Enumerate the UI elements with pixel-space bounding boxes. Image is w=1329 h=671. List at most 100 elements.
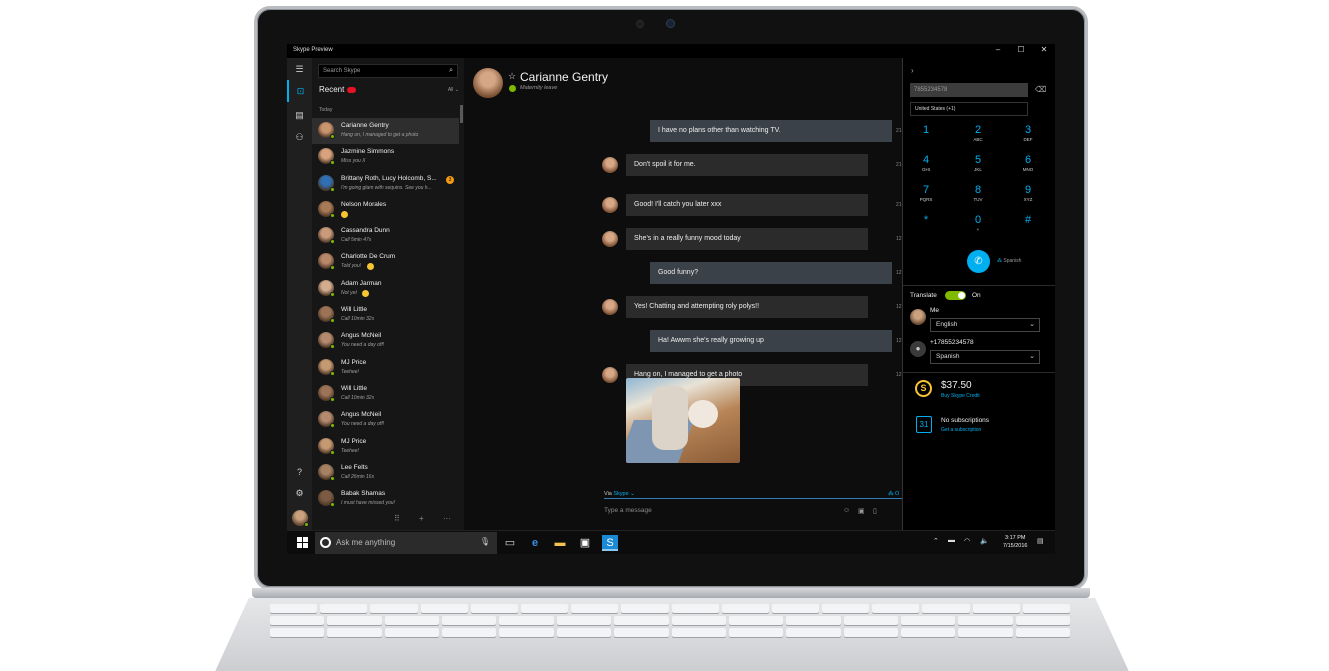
other-language-select[interactable]: Spanish ⌄ — [930, 350, 1040, 364]
filter-dropdown[interactable]: All ⌄ — [448, 87, 459, 93]
dialpad-key[interactable]: 5 JKL — [963, 154, 993, 172]
conversation-item[interactable]: Cassandra Dunn Call 5min 47s — [312, 223, 459, 249]
edge-icon[interactable]: e — [527, 535, 543, 551]
close-button[interactable]: ✕ — [1037, 45, 1051, 54]
incoming-message[interactable]: Good! I'll catch you later xxx — [626, 194, 868, 216]
file-icon[interactable]: ▯ — [873, 507, 877, 515]
conversation-item[interactable]: Angus McNeil You need a day off! — [312, 328, 459, 354]
dialpad-key[interactable]: 2 ABC — [963, 124, 993, 142]
avatar — [318, 490, 335, 508]
outgoing-message[interactable]: Good funny? — [650, 262, 892, 284]
message-input[interactable]: Type a message — [604, 507, 652, 514]
contacts-icon[interactable]: ▤ — [287, 104, 312, 126]
chevron-up-icon[interactable]: ⌃ — [933, 537, 939, 545]
wifi-icon[interactable]: ◠ — [964, 537, 970, 545]
dialpad-key[interactable]: 6 MNO — [1013, 154, 1043, 172]
key-digit: 5 — [974, 154, 982, 166]
conversation-item[interactable]: Charlotte De Crum Told you! — [312, 249, 459, 275]
dialpad-key[interactable]: 9 XYZ — [1013, 184, 1043, 202]
call-language[interactable]: ⁂ Spanish — [997, 258, 1021, 264]
phone-number-field[interactable]: 7855234578 — [910, 83, 1028, 97]
smiley-emoji-icon — [362, 289, 370, 297]
get-subscription-link[interactable]: Get a subscription — [941, 427, 981, 433]
conversation-item[interactable]: Carianne Gentry Hang on, I managed to get… — [312, 118, 459, 145]
task-view-icon[interactable]: ▭ — [502, 535, 518, 551]
unread-badge — [347, 86, 357, 93]
outgoing-message[interactable]: Ha! Awwm she's really growing up — [650, 330, 892, 352]
contact-name[interactable]: Carianne Gentry — [520, 70, 608, 84]
dialpad-key[interactable]: 8 TUV — [963, 184, 993, 202]
emoji-icon[interactable]: ☺ — [843, 507, 850, 514]
outgoing-message[interactable]: I have no plans other than watching TV. — [650, 120, 892, 142]
conversation-item[interactable]: Angus McNeil You need a day off! — [312, 407, 459, 433]
cortana-search[interactable]: Ask me anything 🎙 — [315, 532, 497, 554]
incoming-message[interactable]: Don't spoil it for me. — [626, 154, 868, 176]
dialpad-key[interactable]: 4 GHI — [911, 154, 941, 172]
country-select[interactable]: United States (+1) — [910, 102, 1028, 116]
add-icon[interactable]: + — [419, 514, 424, 523]
backspace-icon[interactable]: ⌫ — [1035, 85, 1046, 94]
buy-credit-link[interactable]: Buy Skype Credit — [941, 393, 980, 399]
conversation-item[interactable]: Nelson Morales — [312, 197, 459, 223]
key-letters: + — [976, 227, 980, 232]
more-icon[interactable]: ··· — [443, 514, 451, 523]
system-clock[interactable]: 3:17 PM 7/15/2016 — [1003, 534, 1027, 550]
incoming-message[interactable]: She's in a really funny mood today — [626, 228, 868, 250]
conversation-item[interactable]: Babak Shamas I must have missed you! — [312, 486, 459, 512]
minimize-button[interactable]: – — [991, 45, 1005, 54]
dialpad-key[interactable]: * — [911, 214, 941, 227]
avatar — [318, 122, 335, 139]
incoming-message[interactable]: Yes! Chatting and attempting roly polys!… — [626, 296, 868, 318]
conversation-item[interactable]: Jazmine Simmons Miss you X — [312, 144, 459, 170]
star-icon[interactable]: ☆ — [508, 71, 516, 82]
translate-toggle[interactable] — [945, 291, 966, 300]
conversation-item[interactable]: Adam Jarman Not yet — [312, 276, 459, 302]
my-avatar[interactable] — [292, 510, 309, 527]
search-input[interactable]: Search Skype ⌕ — [318, 64, 458, 78]
windows-start-icon[interactable] — [297, 537, 308, 548]
key-digit: 0 — [974, 214, 982, 226]
conversation-item[interactable]: MJ Price Teehee! — [312, 355, 459, 381]
via-selector[interactable]: Via Skype ⌄ — [604, 491, 635, 497]
shared-photo[interactable] — [626, 378, 740, 463]
conversation-item[interactable]: Brittany Roth, Lucy Holcomb, S... I'm goi… — [312, 171, 459, 197]
other-language: Spanish — [936, 353, 960, 360]
conversation-preview: Call 10min 32s — [341, 316, 375, 323]
conversation-item[interactable]: Lee Felts Call 26min 16s — [312, 460, 459, 486]
skype-taskbar-icon[interactable]: S — [602, 535, 618, 551]
maximize-button[interactable]: ☐ — [1014, 45, 1028, 54]
dialpad-key[interactable]: 7 PQRS — [911, 184, 941, 202]
list-scrollbar[interactable] — [460, 105, 463, 123]
people-icon[interactable]: ⚇ — [287, 126, 312, 148]
my-language-select[interactable]: English ⌄ — [930, 318, 1040, 332]
conversation-item[interactable]: Will Little Call 10min 32s — [312, 302, 459, 328]
translator-indicator[interactable]: ⁂ O — [888, 491, 899, 497]
chevron-right-icon[interactable]: › — [911, 66, 914, 75]
dialpad-key[interactable]: 3 DEF — [1013, 124, 1043, 142]
chats-icon[interactable]: ⊡ — [287, 80, 312, 102]
microphone-icon[interactable]: 🎙 — [480, 537, 490, 546]
dialpad-key[interactable]: 0 + — [963, 214, 993, 232]
conversation-name: Nelson Morales — [341, 200, 387, 208]
store-icon[interactable]: ▣ — [577, 535, 593, 551]
presence-dot — [330, 186, 335, 192]
cortana-placeholder: Ask me anything — [336, 538, 396, 547]
image-icon[interactable]: ▣ — [858, 507, 865, 515]
conversation-item[interactable]: Will Little Call 10min 32s — [312, 381, 459, 407]
dialpad-key[interactable]: # — [1013, 214, 1043, 227]
camera-sensor — [636, 20, 644, 28]
battery-icon[interactable]: ▬ — [948, 537, 955, 544]
action-center-icon[interactable]: ▤ — [1037, 537, 1044, 545]
file-explorer-icon[interactable]: ▬ — [552, 535, 568, 551]
dialpad-key[interactable]: 1 — [911, 124, 941, 137]
volume-icon[interactable]: 🔈 — [980, 537, 989, 545]
message-timestamp: 12 — [896, 270, 902, 276]
gear-icon[interactable]: ⚙ — [287, 482, 312, 504]
call-button[interactable]: ✆ — [967, 250, 990, 273]
help-icon[interactable]: ? — [287, 461, 312, 483]
contact-avatar[interactable] — [473, 68, 503, 98]
conversation-item[interactable]: MJ Price Teehee! — [312, 434, 459, 460]
hamburger-icon[interactable]: ☰ — [287, 58, 312, 80]
dialpad-icon[interactable]: ⠿ — [394, 514, 400, 523]
recent-header[interactable]: Recent — [319, 85, 357, 94]
